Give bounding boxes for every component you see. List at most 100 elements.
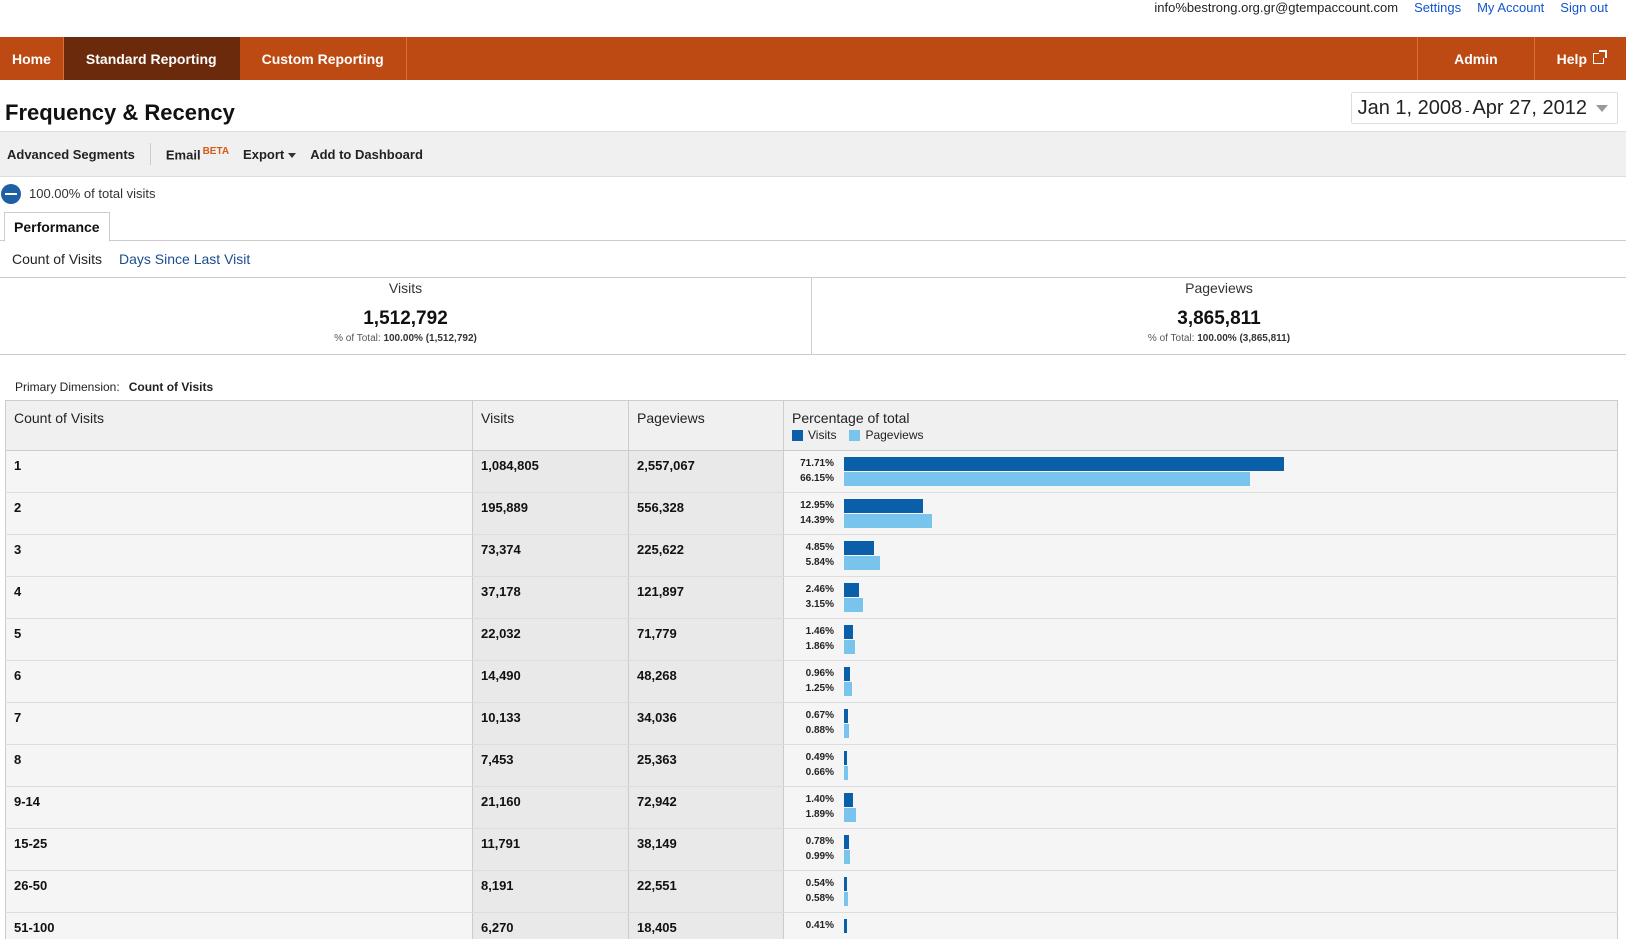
my-account-link[interactable]: My Account [1477, 0, 1544, 15]
cell-visits: 14,490 [472, 660, 629, 703]
cell-pageviews: 2,557,067 [628, 450, 784, 493]
bar-row-pageviews: 3.15% [792, 597, 1609, 612]
bar-label-visits: 0.78% [805, 836, 834, 847]
report-tabs: Performance [0, 210, 1626, 242]
bar-visits [844, 708, 849, 723]
cell-visits: 21,160 [472, 786, 629, 829]
explorer-subtabs: Count of Visits Days Since Last Visit [0, 241, 1626, 278]
cell-visits: 37,178 [472, 576, 629, 619]
cell-dimension: 7 [5, 702, 473, 745]
bar-label-pageviews: 1.25% [805, 683, 834, 694]
cell-pageviews: 22,551 [628, 870, 784, 913]
cell-dimension: 4 [5, 576, 473, 619]
cell-visits: 6,270 [472, 912, 629, 939]
nav-standard-reporting[interactable]: Standard Reporting [63, 37, 240, 80]
export-button[interactable]: Export [236, 147, 303, 162]
beta-badge: BETA [202, 145, 230, 157]
table-row: 7 10,133 34,036 0.67% 0.88% [5, 702, 1618, 745]
bar-row-pageviews: 0.99% [792, 849, 1609, 864]
bar-visits [844, 498, 924, 513]
email-button[interactable]: Email BETA [159, 146, 236, 162]
cell-visits: 7,453 [472, 744, 629, 787]
account-links: info%bestrong.org.gr@gtempaccount.com Se… [1154, 0, 1608, 15]
advanced-segments-button[interactable]: Advanced Segments [0, 147, 142, 162]
nav-help[interactable]: Help [1535, 37, 1626, 80]
bar-label-visits: 0.49% [805, 752, 834, 763]
bar-label-visits: 0.41% [805, 920, 834, 931]
scorecard-percent: % of Total: 100.00% (3,865,811) [1147, 333, 1291, 344]
primary-dimension-value[interactable]: Count of Visits [129, 380, 213, 394]
bar-pageviews [844, 849, 851, 864]
cell-dimension: 3 [5, 534, 473, 577]
date-range-picker[interactable]: Jan 1, 2008 - Apr 27, 2012 [1350, 92, 1618, 124]
bar-row-pageviews: 14.39% [792, 513, 1609, 528]
cell-percentage: 71.71% 66.15% [783, 450, 1618, 493]
header-dimension[interactable]: Count of Visits [5, 400, 473, 451]
bar-pageviews [844, 807, 856, 822]
bar-pageviews [844, 681, 852, 696]
bar-label-visits: 1.46% [805, 626, 834, 637]
segment-label: 100.00% of total visits [29, 186, 156, 201]
bar-label-visits: 0.96% [805, 668, 834, 679]
bar-label-pageviews: 5.84% [805, 557, 834, 568]
settings-link[interactable]: Settings [1414, 0, 1461, 15]
bar-label-visits: 12.95% [800, 500, 834, 511]
segment-row: 100.00% of total visits [0, 177, 1626, 210]
cell-pageviews: 121,897 [628, 576, 784, 619]
cell-pageviews: 556,328 [628, 492, 784, 535]
header-visits[interactable]: Visits [472, 400, 629, 451]
bar-visits [844, 834, 849, 849]
bar-visits [844, 624, 853, 639]
cell-percentage: 1.40% 1.89% [783, 786, 1618, 829]
nav-custom-reporting[interactable]: Custom Reporting [240, 37, 407, 80]
bar-visits [844, 666, 850, 681]
bar-label-pageviews: 66.15% [800, 473, 834, 484]
cell-visits: 73,374 [472, 534, 629, 577]
cell-dimension: 15-25 [5, 828, 473, 871]
tab-performance[interactable]: Performance [4, 212, 110, 242]
nav-help-label: Help [1556, 50, 1587, 67]
table-body: 1 1,084,805 2,557,067 71.71% 66.15% 2 195,889 5… [5, 450, 1618, 939]
sign-out-link[interactable]: Sign out [1560, 0, 1608, 15]
cell-percentage: 0.41% [783, 912, 1618, 939]
bar-row-pageviews: 5.84% [792, 555, 1609, 570]
bar-row-visits: 2.46% [792, 582, 1609, 597]
bar-row-visits: 4.85% [792, 540, 1609, 555]
table-row: 1 1,084,805 2,557,067 71.71% 66.15% [5, 450, 1618, 493]
header-pageviews[interactable]: Pageviews [628, 400, 784, 451]
cell-visits: 1,084,805 [472, 450, 629, 493]
cell-percentage: 0.49% 0.66% [783, 744, 1618, 787]
cell-percentage: 0.78% 0.99% [783, 828, 1618, 871]
cell-pageviews: 72,942 [628, 786, 784, 829]
bar-pageviews [844, 891, 848, 906]
cell-pageviews: 34,036 [628, 702, 784, 745]
legend-swatch-visits [792, 429, 803, 441]
scorecard-percent: % of Total: 100.00% (1,512,792) [334, 333, 477, 344]
cell-dimension: 2 [5, 492, 473, 535]
bar-row-visits: 1.40% [792, 792, 1609, 807]
nav-admin[interactable]: Admin [1418, 37, 1535, 80]
scorecard-label: Pageviews [1185, 280, 1253, 296]
data-table: Count of Visits Visits Pageviews Percent… [5, 400, 1618, 939]
bar-label-pageviews: 14.39% [800, 515, 834, 526]
add-to-dashboard-button[interactable]: Add to Dashboard [303, 147, 430, 162]
segment-toggle-icon[interactable] [1, 183, 21, 204]
bar-visits [844, 582, 860, 597]
scorecard-label: Visits [388, 280, 423, 296]
cell-pageviews: 48,268 [628, 660, 784, 703]
toolbar-divider [149, 143, 151, 165]
bar-row-pageviews: 0.66% [792, 765, 1609, 780]
subtab-days-since-last-visit[interactable]: Days Since Last Visit [119, 251, 250, 267]
bar-pageviews [844, 723, 850, 738]
bar-label-pageviews: 0.99% [805, 851, 834, 862]
bar-visits [844, 750, 847, 765]
subtab-count-of-visits[interactable]: Count of Visits [12, 251, 102, 267]
cell-dimension: 51-100 [5, 912, 473, 939]
bar-visits [844, 792, 853, 807]
nav-home[interactable]: Home [0, 37, 64, 80]
cell-pageviews: 38,149 [628, 828, 784, 871]
scorecards: Visits 1,512,792 % of Total: 100.00% (1,… [0, 278, 1626, 355]
bar-pageviews [844, 639, 856, 654]
cell-dimension: 8 [5, 744, 473, 787]
bar-row-visits: 0.78% [792, 834, 1609, 849]
